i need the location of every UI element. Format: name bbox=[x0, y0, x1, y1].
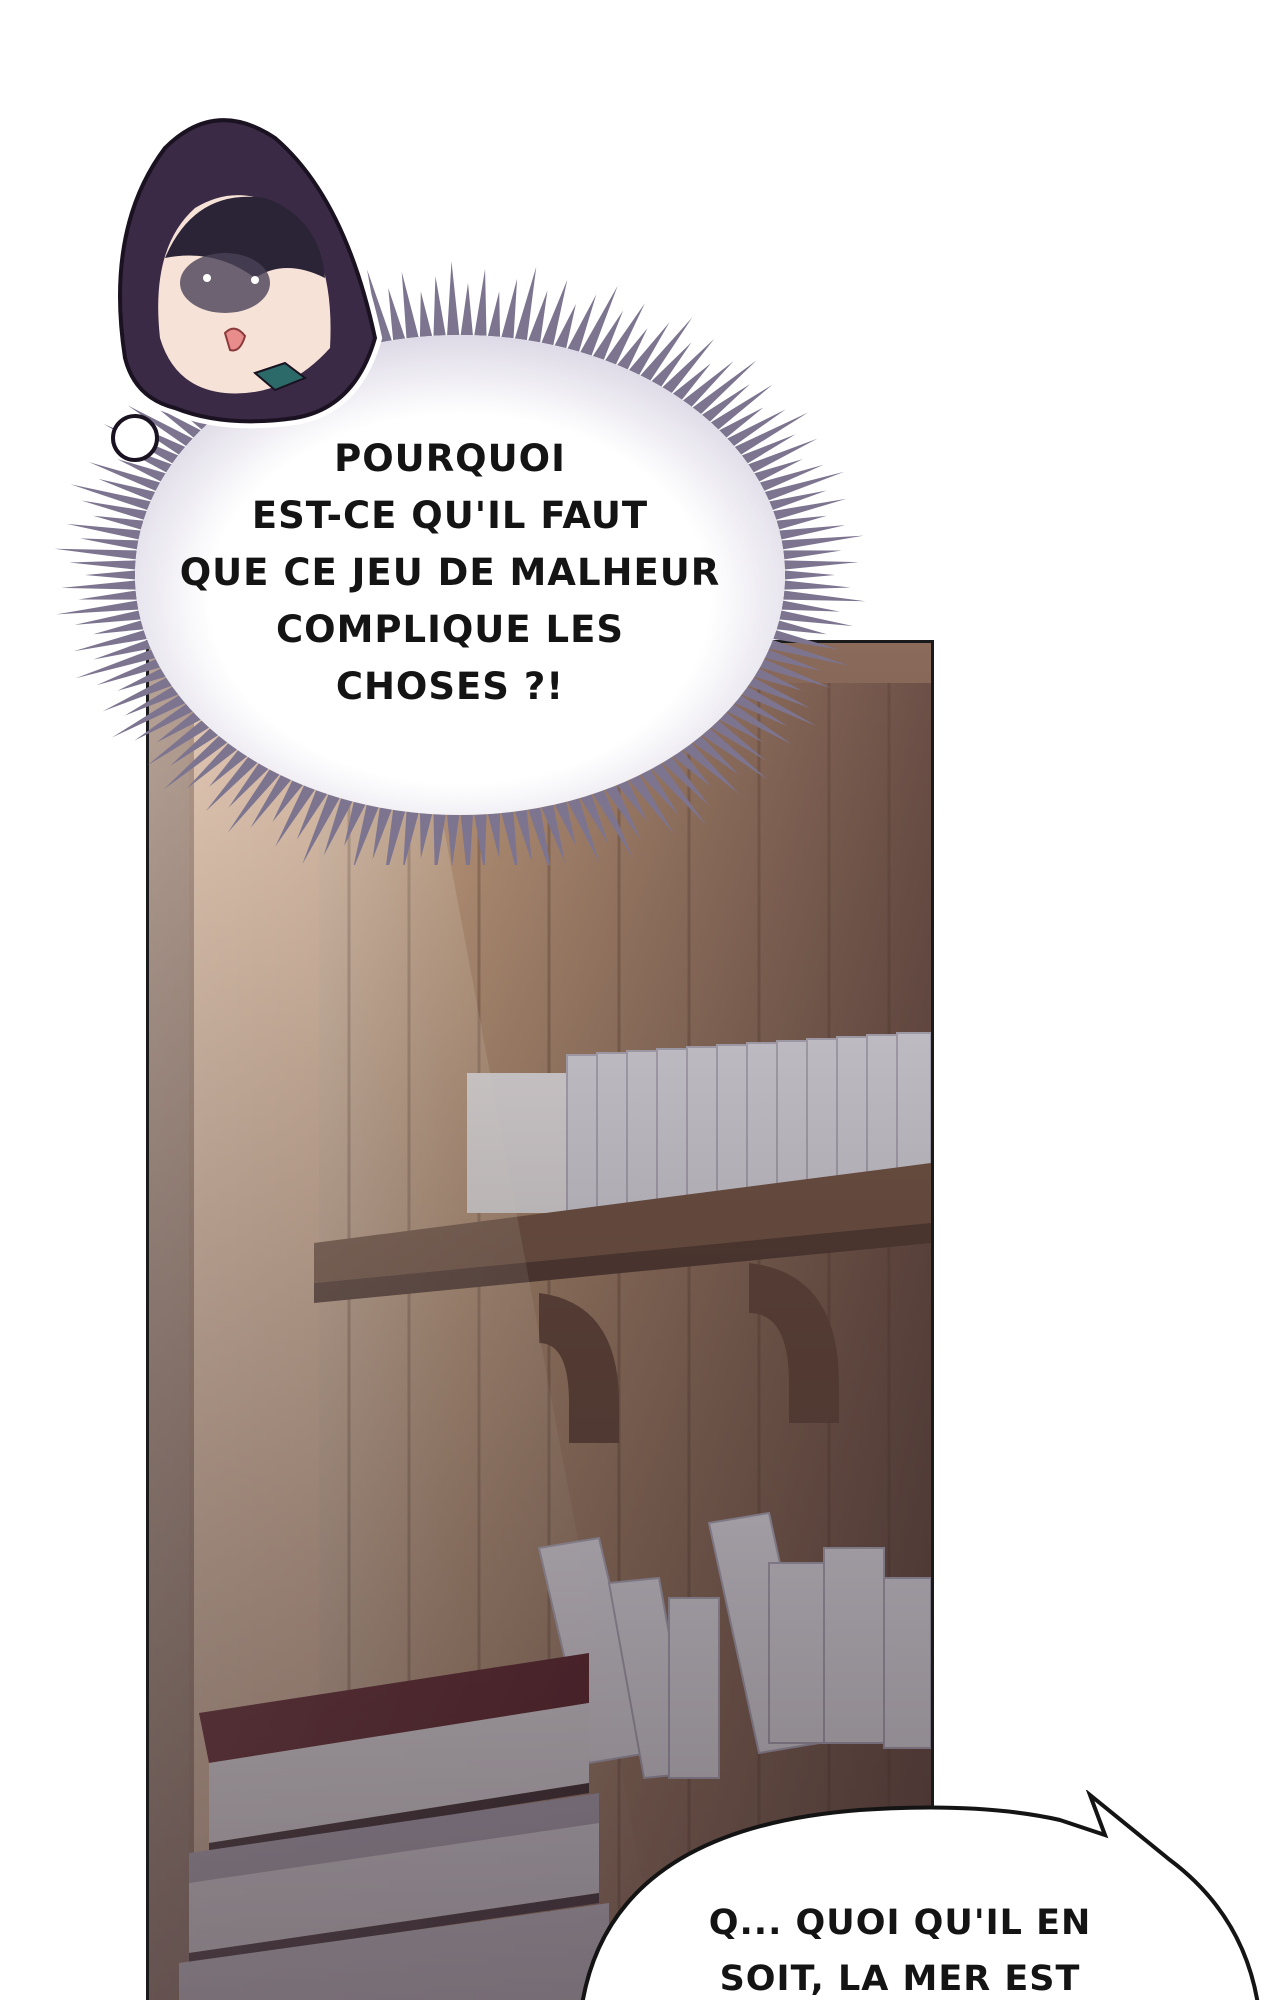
burst-spike bbox=[783, 550, 842, 560]
burst-spike bbox=[784, 560, 859, 570]
burst-spike bbox=[487, 291, 501, 337]
burst-spike bbox=[779, 525, 846, 540]
burst-spike bbox=[784, 570, 835, 580]
burst-spike bbox=[61, 580, 136, 590]
comic-page: POURQUOI EST-CE QU'IL FAUT QUE CE JEU DE… bbox=[0, 0, 1280, 2000]
burst-spike bbox=[501, 278, 518, 339]
burst-spike bbox=[80, 538, 139, 550]
burst-spike bbox=[433, 276, 446, 336]
burst-spike bbox=[78, 590, 137, 600]
thought-line: COMPLIQUE LES bbox=[275, 608, 625, 651]
speech-balloon-text: Q... QUOI QU'IL EN SOIT, LA MER EST bbox=[650, 1895, 1150, 2000]
burst-spike bbox=[474, 814, 487, 865]
burst-spike bbox=[54, 548, 137, 560]
speech-line: Q... QUOI QU'IL EN bbox=[708, 1903, 1092, 1943]
burst-spike bbox=[781, 535, 864, 550]
burst-spike bbox=[501, 811, 518, 865]
burst-spike bbox=[56, 600, 139, 615]
burst-spike bbox=[403, 811, 419, 865]
burst-spike bbox=[74, 610, 141, 625]
burst-spike bbox=[419, 291, 433, 337]
burst-spike bbox=[69, 560, 136, 570]
burst-spike bbox=[783, 590, 866, 602]
burst-spike bbox=[447, 261, 460, 336]
thought-line: POURQUOI bbox=[334, 437, 566, 480]
burst-spike bbox=[85, 570, 136, 580]
burst-spike bbox=[388, 287, 406, 341]
burst-spike bbox=[474, 269, 487, 336]
chibi-hooded-character bbox=[111, 113, 383, 462]
thought-burst-text: POURQUOI EST-CE QU'IL FAUT QUE CE JEU DE… bbox=[140, 430, 760, 715]
burst-spike bbox=[401, 271, 419, 339]
burst-spike bbox=[514, 809, 532, 863]
burst-spike bbox=[487, 813, 501, 859]
burst-spike bbox=[447, 814, 460, 865]
thought-line: QUE CE JEU DE MALHEUR bbox=[179, 551, 721, 594]
burst-spike bbox=[460, 282, 473, 336]
thought-line: CHOSES ?! bbox=[335, 665, 565, 708]
burst-spike bbox=[419, 813, 433, 859]
thought-line: EST-CE QU'IL FAUT bbox=[251, 494, 649, 537]
burst-spike bbox=[433, 814, 446, 865]
burst-spike bbox=[460, 814, 473, 865]
burst-spike bbox=[784, 580, 851, 590]
burst-spike bbox=[781, 600, 840, 612]
speech-line: SOIT, LA MER EST bbox=[719, 1959, 1081, 1999]
